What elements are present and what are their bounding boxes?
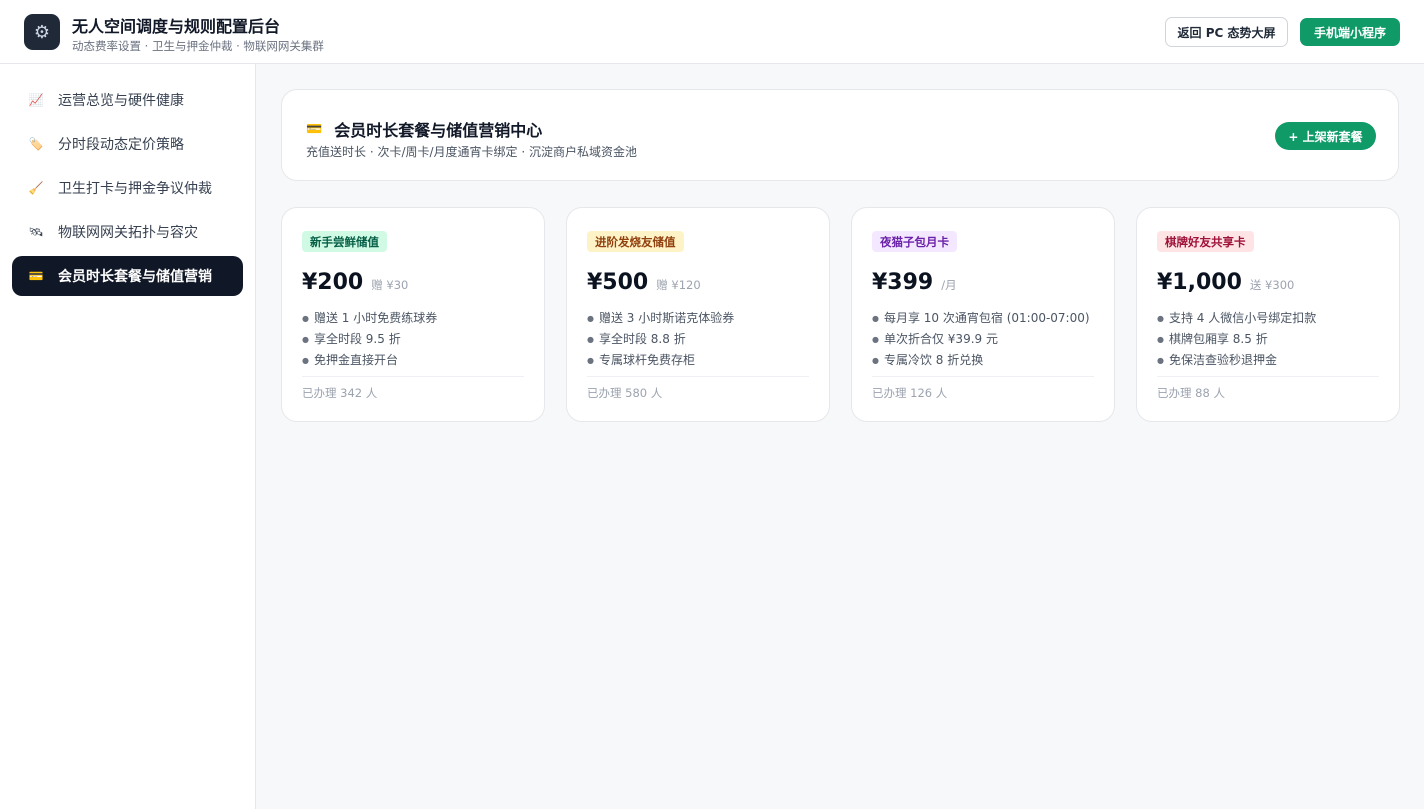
package-card[interactable]: 夜猫子包月卡 ¥399 /月 每月享 10 次通宵包宿 (01:00-07:00… xyxy=(851,207,1115,422)
sidebar-item-iot-gateway[interactable]: 🛰 物联网网关拓扑与容灾 xyxy=(12,212,243,252)
package-subscriber-count: 已办理 126 人 xyxy=(872,386,948,400)
package-feature: 专属球杆免费存柜 xyxy=(587,350,734,371)
satellite-icon: 🛰 xyxy=(28,225,44,239)
package-badge: 新手尝鲜储值 xyxy=(302,231,387,252)
sidebar-item-label: 卫生打卡与押金争议仲裁 xyxy=(58,181,212,197)
add-package-button[interactable]: + 上架新套餐 xyxy=(1275,122,1376,150)
package-feature: 每月享 10 次通宵包宿 (01:00-07:00) xyxy=(872,308,1090,329)
divider xyxy=(1157,376,1379,377)
package-bonus: /月 xyxy=(941,278,957,292)
package-price: ¥399 xyxy=(872,270,934,295)
package-card[interactable]: 新手尝鲜储值 ¥200 赠 ¥30 赠送 1 小时免费练球券 享全时段 9.5 … xyxy=(281,207,545,422)
sidebar-item-dynamic-pricing[interactable]: 🏷️ 分时段动态定价策略 xyxy=(12,124,243,164)
app-title: 无人空间调度与规则配置后台 xyxy=(72,17,281,36)
package-feature: 享全时段 8.8 折 xyxy=(587,329,734,350)
divider xyxy=(302,376,524,377)
package-feature: 棋牌包厢享 8.5 折 xyxy=(1157,329,1316,350)
package-feature: 免保洁查验秒退押金 xyxy=(1157,350,1316,371)
package-price-row: ¥399 /月 xyxy=(872,270,957,295)
package-subscriber-count: 已办理 580 人 xyxy=(587,386,663,400)
sidebar-item-membership-marketing[interactable]: 💳 会员时长套餐与储值营销 xyxy=(12,256,243,296)
sidebar-item-label: 物联网网关拓扑与容灾 xyxy=(58,225,198,241)
divider xyxy=(587,376,809,377)
package-feature-list: 赠送 3 小时斯诺克体验券 享全时段 8.8 折 专属球杆免费存柜 xyxy=(587,308,734,371)
app-subtitle: 动态费率设置 · 卫生与押金仲裁 · 物联网网关集群 xyxy=(72,39,324,53)
broom-icon: 🧹 xyxy=(28,181,44,195)
package-feature: 免押金直接开台 xyxy=(302,350,437,371)
price-tag-icon: 🏷️ xyxy=(28,137,44,151)
package-price-row: ¥1,000 送 ¥300 xyxy=(1157,270,1294,295)
package-feature: 支持 4 人微信小号绑定扣款 xyxy=(1157,308,1316,329)
page-subtitle: 充值送时长 · 次卡/周卡/月度通宵卡绑定 · 沉淀商户私域资金池 xyxy=(306,145,637,159)
package-feature: 单次折合仅 ¥39.9 元 xyxy=(872,329,1090,350)
membership-center-panel: 💳 会员时长套餐与储值营销中心 充值送时长 · 次卡/周卡/月度通宵卡绑定 · … xyxy=(281,89,1399,181)
package-subscriber-count: 已办理 88 人 xyxy=(1157,386,1225,400)
package-badge: 进阶发烧友储值 xyxy=(587,231,684,252)
sidebar-item-label: 分时段动态定价策略 xyxy=(58,137,184,153)
package-price: ¥1,000 xyxy=(1157,270,1242,295)
sidebar-item-label: 会员时长套餐与储值营销 xyxy=(58,269,212,285)
package-badge: 夜猫子包月卡 xyxy=(872,231,957,252)
top-header: ⚙ 无人空间调度与规则配置后台 动态费率设置 · 卫生与押金仲裁 · 物联网网关… xyxy=(0,0,1424,64)
package-price: ¥200 xyxy=(302,270,364,295)
package-price-row: ¥500 赠 ¥120 xyxy=(587,270,701,295)
package-card[interactable]: 棋牌好友共享卡 ¥1,000 送 ¥300 支持 4 人微信小号绑定扣款 棋牌包… xyxy=(1136,207,1400,422)
package-feature: 赠送 1 小时免费练球券 xyxy=(302,308,437,329)
package-feature: 享全时段 9.5 折 xyxy=(302,329,437,350)
package-price-row: ¥200 赠 ¥30 xyxy=(302,270,408,295)
sidebar-item-hygiene-arbitration[interactable]: 🧹 卫生打卡与押金争议仲裁 xyxy=(12,168,243,208)
package-bonus: 送 ¥300 xyxy=(1249,278,1295,292)
package-price: ¥500 xyxy=(587,270,649,295)
package-feature: 赠送 3 小时斯诺克体验券 xyxy=(587,308,734,329)
chart-trend-icon: 📈 xyxy=(28,93,44,107)
page-title: 会员时长套餐与储值营销中心 xyxy=(334,121,543,140)
package-card[interactable]: 进阶发烧友储值 ¥500 赠 ¥120 赠送 3 小时斯诺克体验券 享全时段 8… xyxy=(566,207,830,422)
mini-program-button[interactable]: 手机端小程序 xyxy=(1300,18,1400,46)
back-to-dashboard-button[interactable]: 返回 PC 态势大屏 xyxy=(1165,17,1288,47)
credit-card-icon: 💳 xyxy=(28,269,44,283)
sidebar-item-operations-overview[interactable]: 📈 运营总览与硬件健康 xyxy=(12,80,243,120)
sidebar: 📈 运营总览与硬件健康 🏷️ 分时段动态定价策略 🧹 卫生打卡与押金争议仲裁 🛰… xyxy=(0,64,256,809)
package-feature: 专属冷饮 8 折兑换 xyxy=(872,350,1090,371)
credit-card-icon: 💳 xyxy=(306,121,323,137)
gear-icon: ⚙ xyxy=(24,14,60,50)
sidebar-item-label: 运营总览与硬件健康 xyxy=(58,93,184,109)
package-feature-list: 支持 4 人微信小号绑定扣款 棋牌包厢享 8.5 折 免保洁查验秒退押金 xyxy=(1157,308,1316,371)
package-feature-list: 赠送 1 小时免费练球券 享全时段 9.5 折 免押金直接开台 xyxy=(302,308,437,371)
divider xyxy=(872,376,1094,377)
package-subscriber-count: 已办理 342 人 xyxy=(302,386,378,400)
package-feature-list: 每月享 10 次通宵包宿 (01:00-07:00) 单次折合仅 ¥39.9 元… xyxy=(872,308,1090,371)
page-title-row: 💳 会员时长套餐与储值营销中心 xyxy=(306,117,542,141)
package-bonus: 赠 ¥30 xyxy=(371,278,409,292)
package-badge: 棋牌好友共享卡 xyxy=(1157,231,1254,252)
package-bonus: 赠 ¥120 xyxy=(656,278,701,292)
